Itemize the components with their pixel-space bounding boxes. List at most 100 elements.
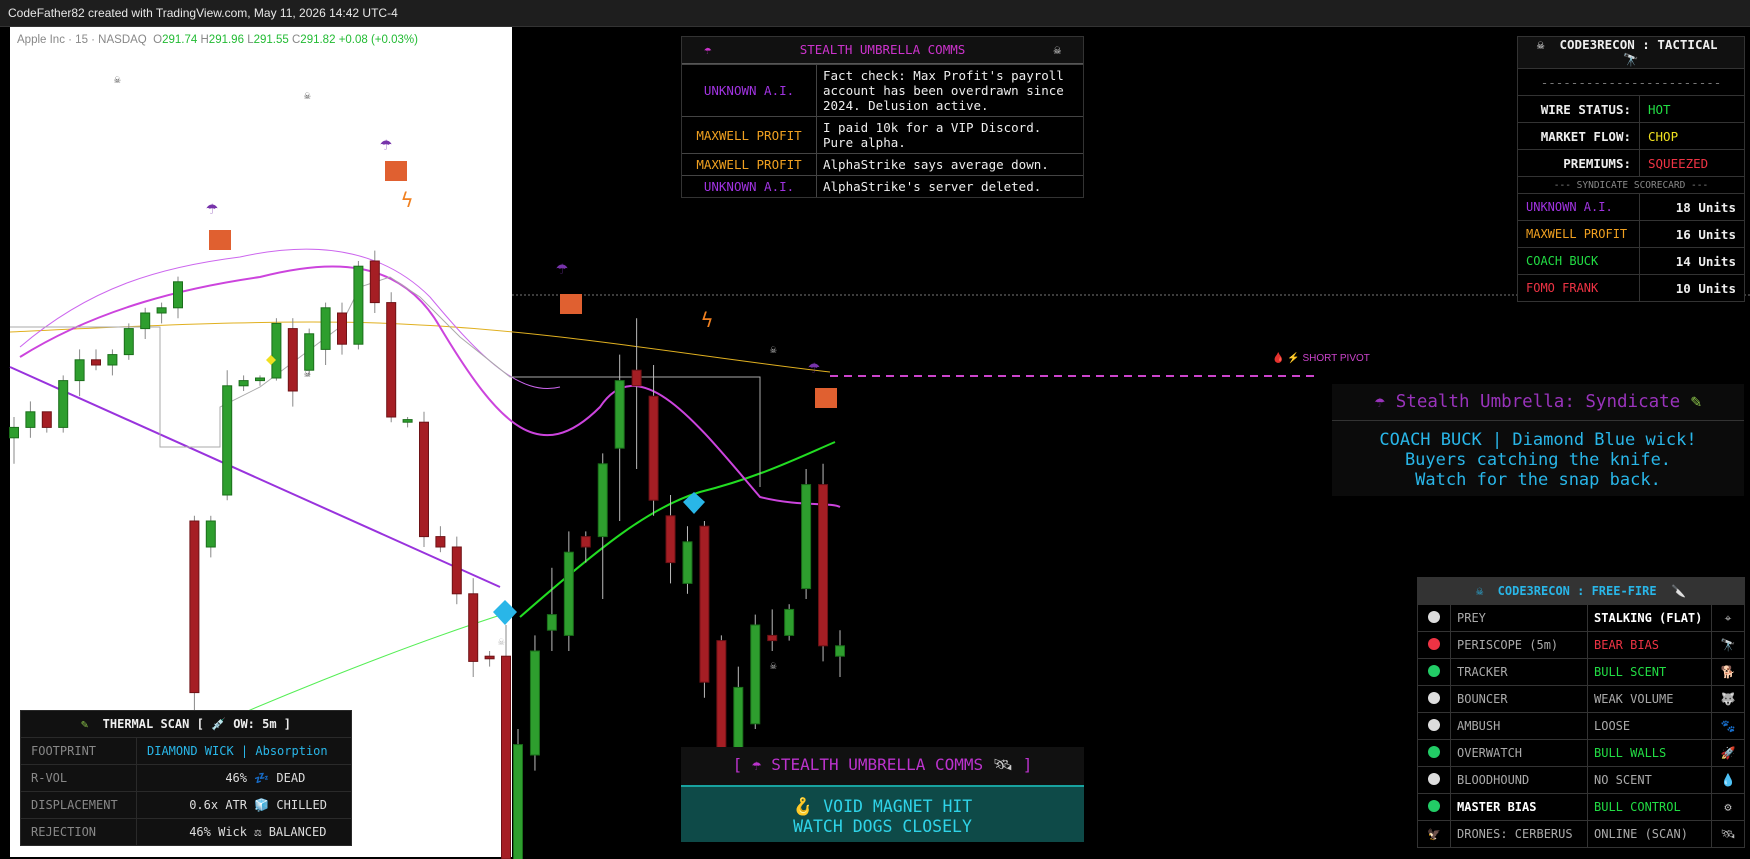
bear-candle xyxy=(91,359,101,366)
freefire-value: NO SCENT xyxy=(1587,766,1712,794)
skull-icon: ☠ xyxy=(1536,37,1545,52)
thermal-title: ✎ THERMAL SCAN [ 💉 OW: 5m ] xyxy=(20,710,352,738)
thermal-key: REJECTION xyxy=(20,818,137,846)
bear-candle xyxy=(435,536,446,548)
bull-candle xyxy=(156,307,167,314)
scorecard-name: MAXWELL PROFIT xyxy=(1517,220,1640,248)
syringe-icon: 💉 xyxy=(211,717,226,731)
status-dot-icon xyxy=(1428,799,1440,812)
bull-candle xyxy=(238,380,249,387)
comms-row: MAXWELL PROFIT AlphaStrike says average d… xyxy=(682,153,1083,176)
bull-candle xyxy=(784,608,795,636)
bear-candle xyxy=(41,411,52,428)
tactical-status-row: PREMIUMS: SQUEEZED xyxy=(1517,149,1745,177)
thermal-value: 46% 💤 DEAD xyxy=(136,764,352,792)
freefire-key: PREY xyxy=(1450,604,1588,632)
thermal-value: 46% Wick ⚖ BALANCED xyxy=(136,818,352,846)
bull-candle xyxy=(304,333,315,371)
status-dot: 🦅 xyxy=(1417,820,1451,848)
bear-candle xyxy=(501,655,511,859)
comms-title: STEALTH UMBRELLA COMMS xyxy=(799,42,966,57)
magnet-icon: 🪝 xyxy=(792,797,814,816)
bear-candle xyxy=(451,546,462,595)
bear-candle xyxy=(337,312,347,345)
lightning-icon: ⚡ xyxy=(1287,353,1300,364)
scorecard-name: COACH BUCK xyxy=(1517,247,1640,275)
thermal-status: CHILLED xyxy=(276,798,327,812)
bear-candle xyxy=(699,525,710,683)
thermal-status-icon: ⚖ xyxy=(247,825,269,839)
comms-message: I paid 10k for a VIP Discord. Pure alpha… xyxy=(816,116,1083,154)
low-value: 291.55 xyxy=(253,34,289,46)
bear-candle xyxy=(189,520,200,694)
status-value: SQUEEZED xyxy=(1639,149,1745,177)
thermal-key: DISPLACEMENT xyxy=(20,791,137,819)
comms-header: ☂ STEALTH UMBRELLA COMMS ☠ xyxy=(682,37,1083,64)
freefire-key: BLOODHOUND xyxy=(1450,766,1588,794)
bull-candle xyxy=(25,411,36,428)
thermal-key: FOOTPRINT xyxy=(20,737,137,765)
status-dot xyxy=(1417,766,1451,794)
thermal-value-text: 46% Wick xyxy=(189,825,247,839)
syndicate-title: Stealth Umbrella: Syndicate xyxy=(1395,392,1681,412)
status-dot-icon xyxy=(1428,637,1440,650)
bull-candle xyxy=(614,380,625,449)
freefire-value: STALKING (FLAT) xyxy=(1587,604,1712,632)
status-dot xyxy=(1417,739,1451,767)
status-dot-icon xyxy=(1428,691,1440,704)
diamond-icon xyxy=(683,492,705,514)
freefire-value: BEAR BIAS xyxy=(1587,631,1712,659)
freefire-key: OVERWATCH xyxy=(1450,739,1588,767)
freefire-row: AMBUSH LOOSE 🐾 xyxy=(1417,712,1745,740)
thermal-value-text: 0.6x ATR xyxy=(189,798,247,812)
bull-candle xyxy=(255,377,265,382)
status-dot xyxy=(1417,685,1451,713)
bear-candle xyxy=(468,593,479,662)
freefire-row: OVERWATCH BULL WALLS 🚀 xyxy=(1417,739,1745,767)
thermal-value: 0.6x ATR 🧊 CHILLED xyxy=(136,791,352,819)
status-label: PREMIUMS: xyxy=(1517,149,1640,177)
bull-candle xyxy=(205,520,216,548)
bull-candle xyxy=(801,484,812,590)
status-dot xyxy=(1417,793,1451,821)
brick-icon xyxy=(209,230,231,250)
tactical-status-row: WIRE STATUS: HOT xyxy=(1517,95,1745,123)
skull-icon: ☠ xyxy=(304,89,311,102)
wolf-icon: 🐺 xyxy=(1711,685,1745,713)
syndicate-panel: ☂ Stealth Umbrella: Syndicate ✎ COACH BU… xyxy=(1332,384,1744,496)
comms-sender: MAXWELL PROFIT xyxy=(682,116,817,154)
freefire-value: LOOSE xyxy=(1587,712,1712,740)
skull-icon: ☠ xyxy=(304,367,311,380)
thermal-value-text: DIAMOND WICK | Absorption xyxy=(147,744,328,758)
thermal-row: REJECTION 46% Wick ⚖ BALANCED xyxy=(20,818,352,846)
thermal-value-text: 46% xyxy=(225,771,247,785)
bear-candle xyxy=(369,260,380,304)
status-dot-icon xyxy=(1428,610,1440,623)
bull-candle xyxy=(563,551,574,636)
bear-candle xyxy=(287,328,298,392)
scorecard-row: COACH BUCK 14 Units xyxy=(1517,247,1745,275)
telescope-icon: 🔭 xyxy=(1623,52,1639,67)
rocket-icon: 🚀 xyxy=(1711,739,1745,767)
bull-candle xyxy=(597,463,608,538)
scorecard-row: UNKNOWN A.I. 18 Units xyxy=(1517,193,1745,221)
telescope-icon: 🔭 xyxy=(1711,631,1745,659)
freefire-value: BULL SCENT xyxy=(1587,658,1712,686)
scorecard-row: MAXWELL PROFIT 16 Units xyxy=(1517,220,1745,248)
skull-crossbones-icon: ☠ xyxy=(1053,42,1061,57)
bull-candle xyxy=(58,380,69,428)
pencil-icon: ✎ xyxy=(80,717,89,731)
umbrella-icon: ☂ xyxy=(751,755,762,774)
freefire-row: BLOODHOUND NO SCENT 💧 xyxy=(1417,766,1745,794)
bear-candle xyxy=(767,634,778,642)
umbrella-icon: ☂ xyxy=(704,42,712,57)
syndicate-message: COACH BUCK | Diamond Blue wick! Buyers c… xyxy=(1379,430,1697,490)
scorecard-units: 18 Units xyxy=(1639,193,1745,221)
thermal-status-icon: 💤 xyxy=(247,771,277,785)
target-icon: ⌖ xyxy=(1711,604,1745,632)
bull-candle xyxy=(353,265,364,345)
freefire-key: PERISCOPE (5m) xyxy=(1450,631,1588,659)
knife-icon: 🔪 xyxy=(1671,584,1687,598)
bear-candle xyxy=(648,395,659,501)
tactical-panel: ☠ CODE3RECON : TACTICAL 🔭 --------------… xyxy=(1517,36,1745,302)
